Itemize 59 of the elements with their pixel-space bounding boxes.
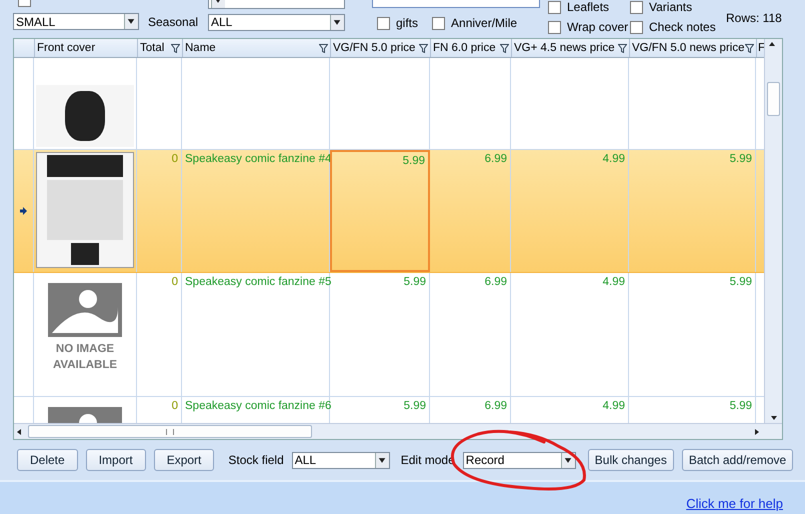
toolbar-button[interactable]: Import — [86, 449, 146, 471]
scrollbar-thumb[interactable] — [28, 425, 312, 438]
column-header[interactable]: VG/FN 5.0 price — [331, 39, 431, 57]
scrollbar-thumb[interactable] — [767, 82, 780, 116]
column-header[interactable]: VG/FN 5.0 news price — [630, 39, 757, 57]
table-cell: 0 — [137, 273, 182, 396]
checkbox[interactable] — [548, 20, 561, 34]
filter-icon[interactable] — [419, 44, 428, 52]
table-row[interactable] — [14, 58, 764, 150]
table-cell: Speakeasy comic fanzine #4 — [182, 150, 330, 272]
filter-icon[interactable] — [500, 44, 509, 52]
table-cell: 5.99 — [629, 150, 756, 272]
table-row[interactable]: NO IMAGE AVAILABLE 0 Speakeasy comic fanzine #5 5.99 6.99 4.99 5.99 — [14, 273, 764, 397]
table-cell: 0 — [137, 150, 182, 272]
filter-icon[interactable] — [618, 44, 627, 52]
toolbar-button[interactable]: Export — [154, 449, 214, 471]
action-button[interactable]: Bulk changes — [588, 449, 674, 471]
horizontal-scrollbar[interactable] — [14, 423, 782, 439]
table-cell: 4.99 — [511, 273, 629, 396]
checkbox[interactable] — [377, 16, 390, 30]
table-cell: 6.99 — [430, 150, 511, 272]
seasonal-dropdown[interactable]: ALL — [208, 14, 345, 30]
filter-icon[interactable] — [745, 44, 754, 52]
column-header[interactable]: Total — [138, 39, 183, 57]
column-header[interactable]: Front cover — [35, 39, 138, 57]
help-link[interactable]: Click me for help — [686, 496, 783, 511]
row-pointer-icon — [20, 207, 27, 215]
stock-field-dropdown[interactable]: ALL — [292, 452, 390, 468]
table-cell: 6.99 — [430, 273, 511, 396]
checkbox-label: Wrap cover — [567, 20, 628, 34]
field-label: Seasonal — [148, 15, 200, 29]
filter-icon[interactable] — [171, 44, 180, 52]
table-cell: 4.99 — [511, 150, 629, 272]
checkbox-label: Variants — [649, 0, 692, 14]
column-header[interactable]: FN 6.0 price — [431, 39, 512, 57]
checkbox-label: gifts — [396, 16, 418, 30]
edit-mode-dropdown[interactable]: Record — [462, 452, 576, 468]
checkbox[interactable] — [630, 20, 643, 34]
table-cell: 5.99 — [629, 273, 756, 396]
size-dropdown[interactable]: SMALL — [13, 13, 139, 30]
action-button[interactable]: Batch add/remove — [682, 449, 794, 471]
table-cell: 5.99 — [330, 273, 430, 396]
checkbox-label: Check notes — [649, 20, 716, 34]
rows-count: Rows: 118 — [726, 11, 783, 25]
checkbox-label: Leaflets — [567, 0, 610, 14]
checkbox[interactable] — [548, 0, 561, 14]
toolbar-button[interactable]: Delete — [17, 449, 78, 471]
column-header[interactable]: VG+ 4.5 news price — [512, 39, 630, 57]
no-image-text: NO IMAGE AVAILABLE — [52, 342, 118, 373]
checkbox[interactable] — [432, 16, 446, 30]
checkbox-label: Anniver/Mile — [451, 16, 518, 30]
table-cell: Speakeasy comic fanzine #5 — [182, 273, 330, 396]
field-label: Stock field — [228, 453, 284, 467]
table-cell: 5.99 — [330, 150, 430, 272]
filter-icon[interactable] — [319, 44, 328, 52]
image-placeholder-icon — [48, 283, 122, 337]
vertical-scrollbar[interactable] — [764, 39, 782, 423]
column-header[interactable]: Name — [183, 39, 331, 57]
checkbox[interactable] — [630, 0, 643, 14]
